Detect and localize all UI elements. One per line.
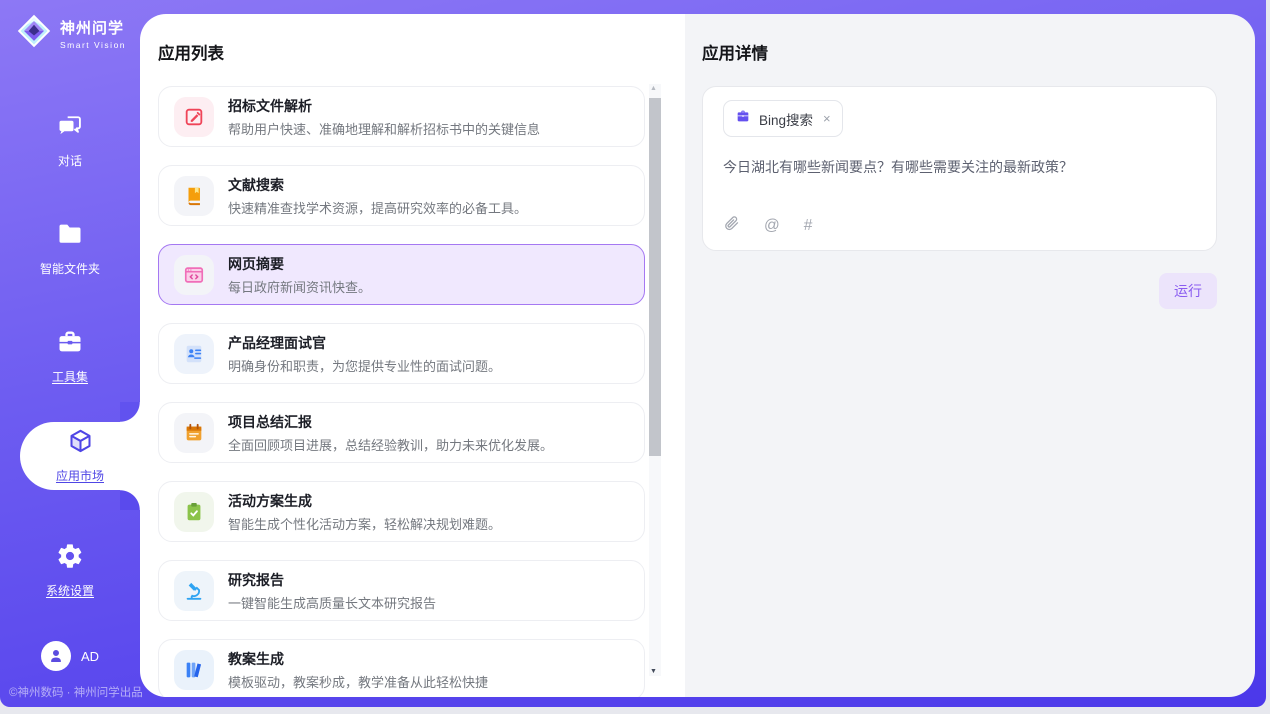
- close-icon[interactable]: ×: [823, 112, 831, 125]
- app-name: 产品经理面试官: [228, 333, 501, 353]
- app-item-pm-interviewer[interactable]: 产品经理面试官 明确身份和职责，为您提供专业性的面试问题。: [158, 323, 645, 384]
- paperclip-icon[interactable]: [723, 215, 740, 237]
- sidebar-item-label: 对话: [58, 154, 82, 168]
- app-detail-panel: 应用详情 Bing搜索 × 今日湖北有哪些新闻要点？有哪些需要关注的最新政策？: [685, 14, 1255, 697]
- mention-icon[interactable]: @: [764, 217, 780, 235]
- app-list-title: 应用列表: [158, 40, 685, 64]
- edit-square-icon: [174, 97, 214, 137]
- app-item-webpage-summary[interactable]: 网页摘要 每日政府新闻资讯快查。: [158, 244, 645, 305]
- app-detail-title: 应用详情: [702, 40, 1255, 64]
- browser-code-icon: [174, 255, 214, 295]
- app-desc: 智能生成个性化活动方案，轻松解决规划难题。: [228, 514, 501, 533]
- app-desc: 明确身份和职责，为您提供专业性的面试问题。: [228, 356, 501, 375]
- app-desc: 快速精准查找学术资源，提高研究效率的必备工具。: [228, 198, 527, 217]
- sidebar-item-label: 应用市场: [56, 467, 104, 484]
- tool-tag-bing-search[interactable]: Bing搜索 ×: [723, 100, 843, 137]
- list-scrollbar[interactable]: [649, 84, 661, 676]
- attachment-toolbar: @ #: [723, 215, 812, 237]
- sidebar-item-smart-folder[interactable]: 智能文件夹: [0, 220, 140, 278]
- sidebar-item-toolset[interactable]: 工具集: [0, 328, 140, 386]
- calendar-note-icon: [174, 413, 214, 453]
- folder-icon: [0, 220, 140, 253]
- app-desc: 一键智能生成高质量长文本研究报告: [228, 593, 436, 612]
- app-desc: 模板驱动，教案秒成，教学准备从此轻松快捷: [228, 672, 488, 691]
- tool-tag-label: Bing搜索: [759, 109, 813, 129]
- scrollbar-thumb[interactable]: [649, 98, 661, 456]
- sidebar-item-settings[interactable]: 系统设置: [0, 542, 140, 600]
- user-name: AD: [81, 649, 99, 664]
- query-card[interactable]: Bing搜索 × 今日湖北有哪些新闻要点？有哪些需要关注的最新政策？ @ #: [702, 86, 1217, 251]
- app-name: 网页摘要: [228, 254, 371, 274]
- app-list-panel: 应用列表 招标文件解析 帮助用户快速、准确地理解和解析招标书中的关键信息: [140, 14, 685, 697]
- app-item-lesson-plan[interactable]: 教案生成 模板驱动，教案秒成，教学准备从此轻松快捷: [158, 639, 645, 697]
- brand-logo: 神州问学 Smart Vision: [16, 13, 126, 54]
- app-list: 招标文件解析 帮助用户快速、准确地理解和解析招标书中的关键信息 文献搜索: [158, 86, 645, 697]
- app-item-literature-search[interactable]: 文献搜索 快速精准查找学术资源，提高研究效率的必备工具。: [158, 165, 645, 226]
- brand-name: 神州问学: [60, 17, 126, 38]
- app-name: 教案生成: [228, 649, 488, 669]
- query-input[interactable]: 今日湖北有哪些新闻要点？有哪些需要关注的最新政策？: [723, 157, 1196, 178]
- toolbox-icon: [0, 328, 140, 361]
- hashtag-icon[interactable]: #: [804, 217, 813, 235]
- run-button[interactable]: 运行: [1159, 273, 1217, 309]
- scroll-up-arrow-icon[interactable]: [649, 84, 661, 96]
- app-name: 活动方案生成: [228, 491, 501, 511]
- cube-icon: [67, 428, 94, 460]
- tab-curve-bottom: [120, 490, 140, 510]
- app-item-tender-parse[interactable]: 招标文件解析 帮助用户快速、准确地理解和解析招标书中的关键信息: [158, 86, 645, 147]
- app-item-research-report[interactable]: 研究报告 一键智能生成高质量长文本研究报告: [158, 560, 645, 621]
- app-name: 研究报告: [228, 570, 436, 590]
- microscope-icon: [174, 571, 214, 611]
- run-row: 运行: [702, 273, 1217, 309]
- book-icon: [174, 176, 214, 216]
- sidebar-item-chat[interactable]: 对话: [0, 112, 140, 170]
- app-desc: 每日政府新闻资讯快查。: [228, 277, 371, 296]
- app-item-activity-plan[interactable]: 活动方案生成 智能生成个性化活动方案，轻松解决规划难题。: [158, 481, 645, 542]
- main-content: 应用列表 招标文件解析 帮助用户快速、准确地理解和解析招标书中的关键信息: [140, 14, 1255, 697]
- sidebar-item-label: 智能文件夹: [40, 262, 100, 276]
- sidebar-item-app-market[interactable]: 应用市场: [20, 422, 140, 490]
- app-window: 神州问学 Smart Vision 对话 智能文件夹: [0, 0, 1266, 707]
- brand-subtitle: Smart Vision: [60, 40, 126, 50]
- books-icon: [174, 650, 214, 690]
- app-name: 文献搜索: [228, 175, 527, 195]
- tab-curve-top: [120, 402, 140, 422]
- gear-icon: [0, 542, 140, 575]
- sidebar-item-label: 工具集: [52, 370, 88, 384]
- clipboard-check-icon: [174, 492, 214, 532]
- sidebar: 神州问学 Smart Vision 对话 智能文件夹: [0, 0, 140, 707]
- avatar: [41, 641, 71, 671]
- chat-bubbles-icon: [0, 112, 140, 145]
- app-desc: 帮助用户快速、准确地理解和解析招标书中的关键信息: [228, 119, 540, 138]
- scroll-down-arrow-icon[interactable]: [649, 664, 661, 676]
- user-account[interactable]: AD: [0, 641, 140, 671]
- briefcase-icon: [735, 108, 751, 129]
- interview-doc-icon: [174, 334, 214, 374]
- diamond-gem-icon: [16, 13, 52, 54]
- copyright-text: ©神州数码 · 神州问学出品: [9, 684, 143, 700]
- sidebar-item-label: 系统设置: [46, 584, 94, 598]
- app-item-project-summary[interactable]: 项目总结汇报 全面回顾项目进展，总结经验教训，助力未来优化发展。: [158, 402, 645, 463]
- app-name: 招标文件解析: [228, 96, 540, 116]
- app-name: 项目总结汇报: [228, 412, 553, 432]
- app-desc: 全面回顾项目进展，总结经验教训，助力未来优化发展。: [228, 435, 553, 454]
